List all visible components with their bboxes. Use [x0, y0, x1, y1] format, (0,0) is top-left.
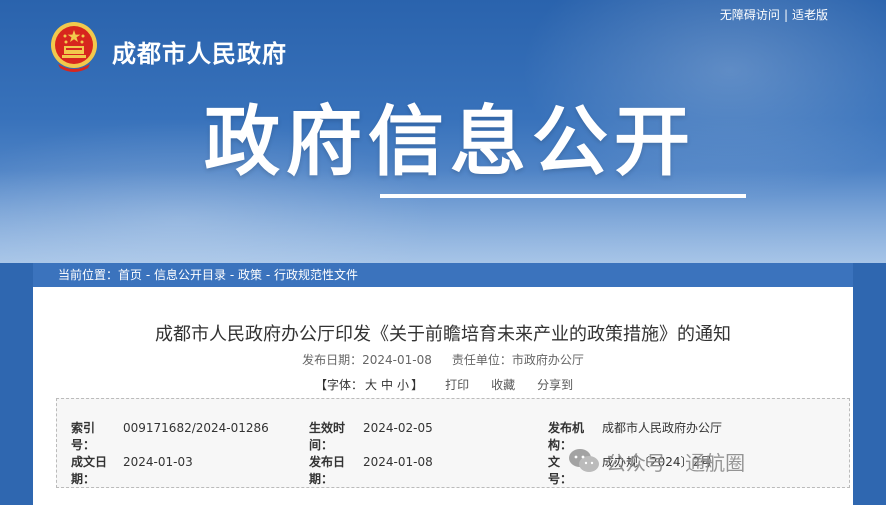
top-links: 无障碍访问 | 适老版 [720, 6, 828, 23]
favorite-button[interactable]: 收藏 [491, 378, 515, 392]
effective-date-value: 2024-02-05 [363, 421, 433, 435]
watermark: 公众号 · 通航圈 [568, 445, 745, 477]
document-tools: 【字体：大中小】 打印 收藏 分享到 [315, 376, 573, 393]
unit-label: 责任单位： [451, 353, 512, 367]
banner-title: 政府信息公开 [204, 97, 696, 186]
index-no-value: 009171682/2024-01286 [123, 421, 269, 435]
breadcrumb-separator: - [226, 268, 238, 282]
responsible-unit: 市政府办公厅 [511, 353, 584, 367]
breadcrumb-separator: - [142, 268, 154, 282]
breadcrumb-separator: - [262, 268, 274, 282]
elderly-mode-link[interactable]: 适老版 [792, 8, 828, 22]
breadcrumb-home[interactable]: 首页 [118, 268, 142, 282]
accessibility-link[interactable]: 无障碍访问 [720, 8, 780, 22]
document-meta: 发布日期：2024-01-08 责任单位：市政府办公厅 [33, 351, 853, 368]
written-date-label: 成文日 期： [71, 455, 108, 486]
breadcrumb-prefix: 当前位置： [58, 268, 119, 282]
header-banner: 成都市人民政府 无障碍访问 | 适老版 政府信息公开 [0, 0, 886, 263]
effective-date-label: 生效时 间： [309, 421, 346, 452]
font-size-control: 【字体：大中小】 [315, 378, 423, 392]
site-title[interactable]: 成都市人民政府 [112, 34, 287, 69]
publish-date-label: 发布日期： [302, 353, 363, 367]
print-button[interactable]: 打印 [445, 378, 469, 392]
publish-date: 2024-01-08 [362, 353, 432, 367]
font-size-medium-button[interactable]: 中 [381, 378, 393, 392]
font-size-close: 】 [411, 378, 424, 392]
font-size-large-button[interactable]: 大 [365, 378, 377, 392]
breadcrumb: 当前位置：首页 - 信息公开目录 - 政策 - 行政规范性文件 [33, 263, 853, 287]
link-separator: | [783, 8, 788, 22]
watermark-text: 公众号 · 通航圈 [606, 450, 746, 475]
breadcrumb-policy[interactable]: 政策 [238, 268, 262, 282]
wechat-icon [569, 449, 599, 472]
pub-date-label: 发布日 期： [309, 455, 346, 486]
pub-date-value: 2024-01-08 [363, 455, 433, 469]
index-no-label: 索引 号： [71, 421, 96, 452]
issuer-value: 成都市人民政府办公厅 [602, 421, 723, 435]
font-size-small-button[interactable]: 小 [397, 378, 409, 392]
font-size-label: 【字体： [315, 378, 364, 392]
banner-underline [380, 194, 746, 198]
written-date-value: 2024-01-03 [123, 455, 193, 469]
breadcrumb-normative-docs[interactable]: 行政规范性文件 [274, 268, 358, 282]
document-title: 成都市人民政府办公厅印发《关于前瞻培育未来产业的政策措施》的通知 [155, 324, 731, 345]
national-emblem-icon[interactable] [48, 20, 100, 74]
breadcrumb-catalog[interactable]: 信息公开目录 [154, 268, 226, 282]
share-button[interactable]: 分享到 [537, 378, 573, 392]
